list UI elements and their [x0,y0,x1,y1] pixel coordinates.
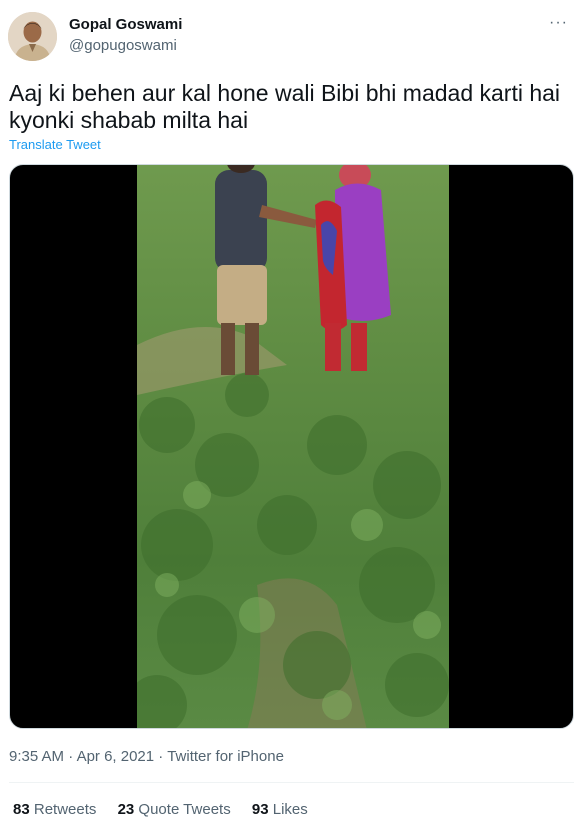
video-player[interactable] [9,164,574,729]
tweet-text-line-2: kyonki shabab milta hai [9,107,249,133]
user-handle[interactable]: @gopugoswami [69,37,177,54]
tweet-date[interactable]: Apr 6, 2021 [77,748,155,765]
retweets-label: Retweets [33,801,97,818]
retweets-count: 83 [13,801,30,818]
retweets-stat[interactable]: 83 Retweets [13,801,96,818]
divider [9,782,574,783]
likes-label: Likes [272,801,308,818]
likes-stat[interactable]: 93 Likes [252,801,308,818]
quote-tweets-label: Quote Tweets [138,801,231,818]
more-dots-icon[interactable]: ··· [549,14,568,32]
tweet-meta: 9:35 AM · Apr 6, 2021 · Twitter for iPho… [9,748,284,765]
quote-tweets-stat[interactable]: 23 Quote Tweets [118,801,231,818]
tweet-text: Aaj ki behen aur kal hone wali Bibi bhi … [9,80,574,134]
quote-tweets-count: 23 [117,801,135,818]
tweet-header: Gopal Goswami @gopugoswami ··· [8,12,574,62]
video-frame[interactable] [137,165,449,728]
likes-count: 93 [251,801,269,818]
avatar[interactable] [8,12,57,61]
tweet-source[interactable]: Twitter for iPhone [167,748,284,765]
tweet-text-line-1: Aaj ki behen aur kal hone wali Bibi bhi … [9,80,561,106]
display-name[interactable]: Gopal Goswami [69,16,182,33]
meta-separator-2: · [154,748,168,765]
tweet-time[interactable]: 9:35 AM [9,748,64,765]
video-thumbnail-image [137,165,449,728]
translate-tweet-link[interactable]: Translate Tweet [9,137,101,152]
engagement-stats: 83 Retweets 23 Quote Tweets 93 Likes [13,801,325,818]
meta-separator: · [64,748,77,765]
